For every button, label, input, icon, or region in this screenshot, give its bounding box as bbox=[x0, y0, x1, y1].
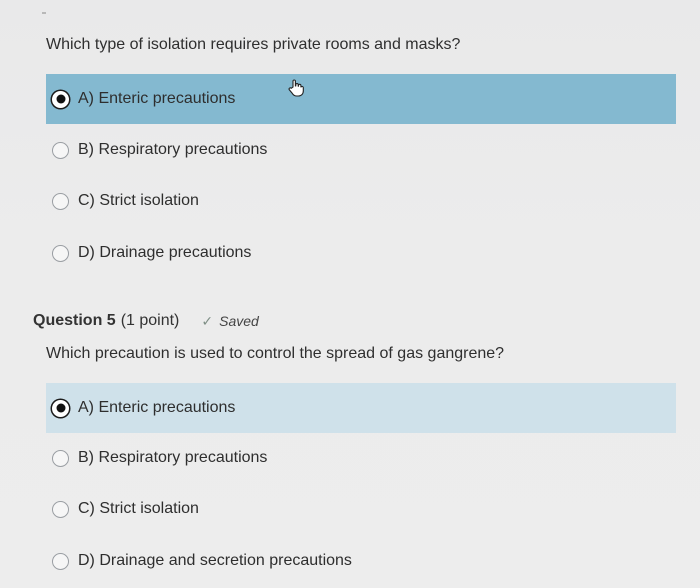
q4-option-d[interactable]: D) Drainage precautions bbox=[46, 228, 676, 278]
radio-selected-icon[interactable] bbox=[52, 90, 69, 108]
radio-unselected-icon[interactable] bbox=[52, 141, 69, 159]
q5-option-b[interactable]: B) Respiratory precautions bbox=[46, 433, 676, 483]
q4-option-c-label: C) Strict isolation bbox=[78, 192, 199, 209]
quiz-page: Which type of isolation requires private… bbox=[0, 0, 700, 588]
question-4-prompt: Which type of isolation requires private… bbox=[46, 36, 461, 53]
q5-option-b-label: B) Respiratory precautions bbox=[78, 449, 268, 466]
radio-unselected-icon[interactable] bbox=[52, 244, 69, 262]
hand-cursor-icon bbox=[288, 79, 304, 97]
q4-option-a[interactable]: A) Enteric precautions bbox=[46, 74, 676, 124]
divider-mark bbox=[42, 12, 46, 14]
check-icon: ✓ bbox=[201, 312, 214, 329]
question-5-header: Question 5 (1 point) ✓ Saved bbox=[33, 312, 259, 330]
radio-unselected-icon[interactable] bbox=[52, 192, 69, 210]
radio-unselected-icon[interactable] bbox=[52, 449, 69, 467]
q5-option-c-label: C) Strict isolation bbox=[78, 500, 199, 517]
q5-option-d[interactable]: D) Drainage and secretion precautions bbox=[46, 536, 676, 586]
radio-selected-icon[interactable] bbox=[52, 399, 69, 417]
q4-option-b-label: B) Respiratory precautions bbox=[78, 141, 268, 158]
saved-label: Saved bbox=[219, 313, 259, 329]
q4-option-a-label: A) Enteric precautions bbox=[78, 90, 236, 107]
q4-option-d-label: D) Drainage precautions bbox=[78, 244, 252, 261]
q5-option-a[interactable]: A) Enteric precautions bbox=[46, 383, 676, 433]
radio-unselected-icon[interactable] bbox=[52, 500, 69, 518]
q4-option-b[interactable]: B) Respiratory precautions bbox=[46, 125, 676, 175]
saved-status: ✓ Saved bbox=[201, 313, 258, 330]
question-5-prompt: Which precaution is used to control the … bbox=[46, 345, 505, 362]
question-5-points: (1 point) bbox=[120, 312, 180, 329]
question-5-title: Question 5 bbox=[33, 312, 116, 329]
radio-unselected-icon[interactable] bbox=[52, 552, 69, 570]
q5-option-d-label: D) Drainage and secretion precautions bbox=[78, 552, 352, 569]
q5-option-a-label: A) Enteric precautions bbox=[78, 399, 236, 416]
q5-option-c[interactable]: C) Strict isolation bbox=[46, 484, 676, 534]
q4-option-c[interactable]: C) Strict isolation bbox=[46, 176, 676, 226]
